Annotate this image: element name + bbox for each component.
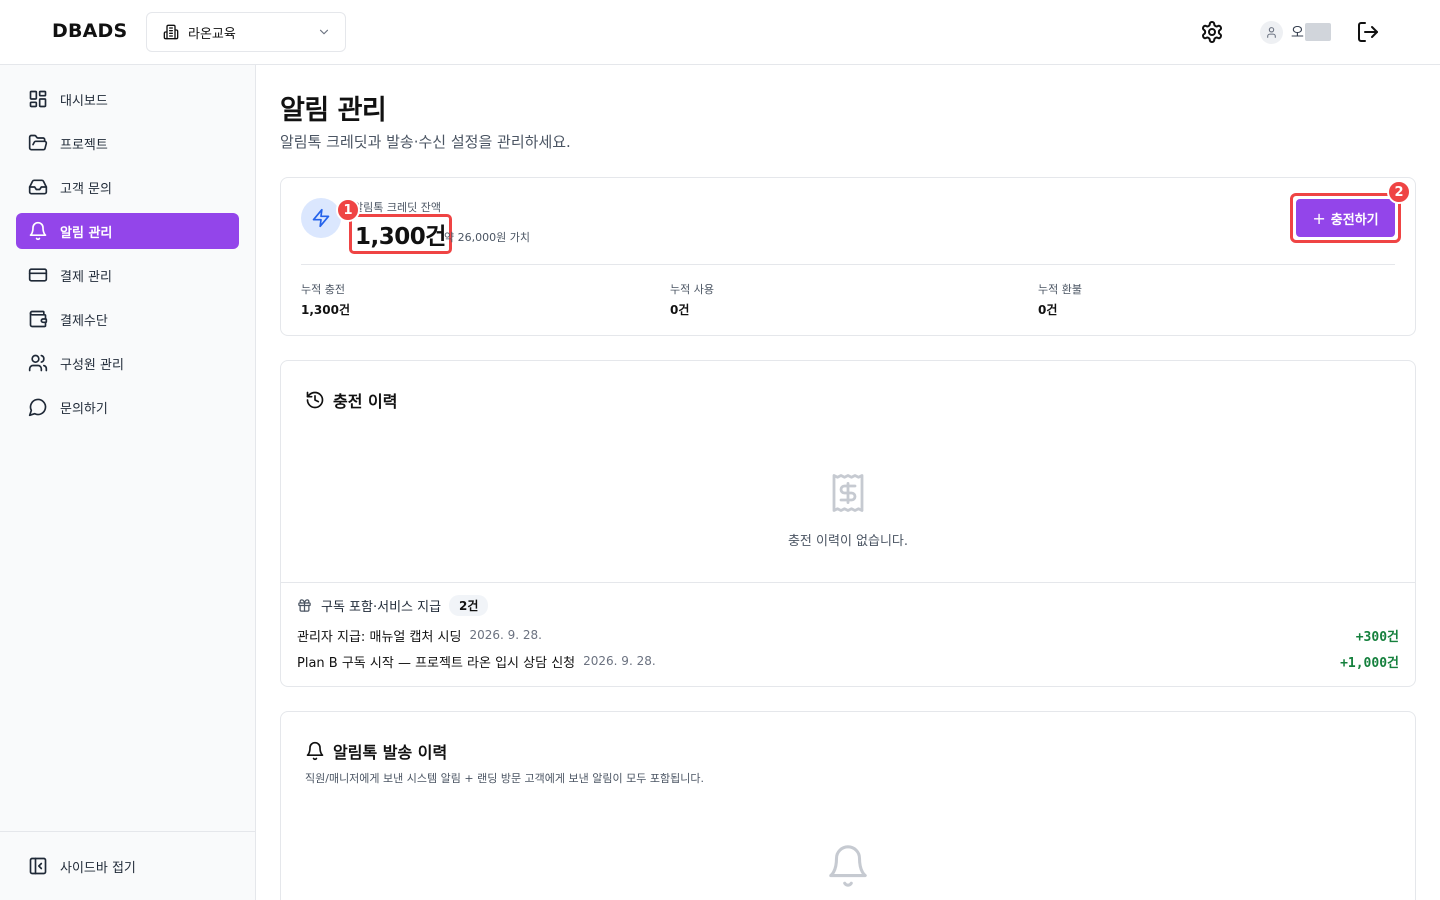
avatar	[1260, 20, 1283, 44]
grant-description: 관리자 지급: 매뉴얼 캡처 시딩	[297, 629, 462, 645]
logout-icon[interactable]	[1356, 20, 1380, 44]
inbox-icon	[28, 179, 48, 195]
grant-amount: +1,000건	[1340, 655, 1399, 671]
dashboard-grid-icon	[29, 90, 47, 108]
sidebar-item-notifications[interactable]: 알림 관리	[16, 213, 239, 249]
credit-balance-label: 알림톡 크레딧 잔액	[353, 201, 441, 214]
charge-history-card: 충전 이력 충전 이력이 없습니다. 구독 포함·서비스 지급 2건 관리자 지…	[280, 360, 1416, 687]
building-icon	[163, 24, 179, 40]
stat-label: 누적 충전	[301, 283, 345, 296]
gift-icon	[298, 599, 311, 612]
receipt-icon	[832, 474, 864, 512]
credit-balance-card: 알림톡 크레딧 잔액 1,300건 1 약 26,000원 가치 + 충전하기 …	[280, 177, 1416, 336]
page-title: 알림 관리	[280, 95, 387, 126]
lightning-bolt-icon	[312, 208, 330, 228]
annotation-marker-2: 2	[1387, 180, 1411, 204]
charge-button-highlight: + 충전하기	[1290, 193, 1401, 243]
collapse-sidebar-label: 사이드바 접기	[60, 860, 136, 876]
message-circle-icon	[28, 398, 47, 417]
top-header: DBADS 라온교육 오	[0, 0, 1440, 65]
stat-label: 누적 환불	[1038, 283, 1082, 296]
send-history-description: 직원/매니저에게 보낸 시스템 알림 + 랜딩 방문 고객에게 보낸 알림이 모…	[305, 772, 704, 785]
send-history-card: 알림톡 발송 이력 직원/매니저에게 보낸 시스템 알림 + 랜딩 방문 고객에…	[280, 711, 1416, 900]
stat-value: 0건	[670, 303, 690, 317]
sidebar-item-billing[interactable]: 결제 관리	[16, 257, 239, 293]
send-history-header: 알림톡 발송 이력	[305, 739, 447, 763]
sidebar-footer: 사이드바 접기	[0, 831, 255, 900]
sidebar-item-payment-methods[interactable]: 결제수단	[16, 301, 239, 337]
sidebar-item-label: 결제수단	[60, 313, 108, 329]
grant-date: 2026. 9. 28.	[469, 628, 542, 642]
service-grants-count-badge: 2건	[449, 595, 489, 616]
organization-select[interactable]: 라온교육	[146, 12, 346, 52]
sidebar-item-label: 프로젝트	[60, 137, 108, 153]
plus-icon: +	[1312, 208, 1326, 228]
sidebar: 대시보드 프로젝트 고객 문의 알림 관리 결제 관리 결제수단 구성원 관리 …	[0, 65, 256, 900]
sidebar-item-label: 대시보드	[60, 93, 108, 109]
wallet-icon	[29, 310, 48, 328]
bell-icon	[306, 741, 324, 761]
redacted-name	[1304, 23, 1331, 41]
bell-icon	[29, 221, 47, 241]
sidebar-item-dashboard[interactable]: 대시보드	[16, 81, 239, 117]
organization-name: 라온교육	[188, 26, 236, 42]
list-item: 관리자 지급: 매뉴얼 캡처 시딩 2026. 9. 28. +300건	[297, 625, 1399, 645]
sidebar-item-label: 알림 관리	[60, 225, 113, 241]
charge-history-header: 충전 이력	[305, 388, 397, 412]
app-logo[interactable]: DBADS	[52, 20, 127, 42]
charge-button[interactable]: + 충전하기	[1296, 199, 1395, 237]
stat-total-used: 누적 사용 0건	[670, 281, 714, 318]
panel-left-close-icon	[29, 857, 47, 875]
stat-total-charged: 누적 충전 1,300건	[301, 281, 350, 318]
bolt-badge	[301, 198, 341, 238]
charge-history-empty-text: 충전 이력이 없습니다.	[787, 534, 909, 549]
credit-balance-highlight: 1,300건	[349, 214, 452, 254]
send-history-title: 알림톡 발송 이력	[333, 743, 448, 762]
bell-empty-icon	[829, 845, 867, 887]
user-name: 오	[1291, 25, 1304, 41]
charge-button-label: 충전하기	[1330, 212, 1379, 228]
users-icon	[28, 354, 48, 372]
sidebar-item-inquiries[interactable]: 고객 문의	[16, 169, 239, 205]
stat-value: 0건	[1038, 303, 1058, 317]
sidebar-item-label: 고객 문의	[60, 181, 112, 197]
grant-date: 2026. 9. 28.	[583, 654, 656, 668]
sidebar-item-contact[interactable]: 문의하기	[16, 389, 239, 425]
annotation-marker-1: 1	[336, 198, 360, 222]
stat-total-refunded: 누적 환불 0건	[1038, 281, 1082, 318]
user-menu[interactable]: 오	[1260, 20, 1331, 44]
credit-card-icon	[28, 268, 48, 282]
sidebar-item-label: 구성원 관리	[60, 357, 124, 373]
collapse-sidebar-button[interactable]: 사이드바 접기	[28, 856, 136, 876]
service-grants-title: 구독 포함·서비스 지급	[321, 600, 442, 615]
service-grants-section: 구독 포함·서비스 지급 2건 관리자 지급: 매뉴얼 캡처 시딩 2026. …	[281, 582, 1415, 687]
sidebar-item-projects[interactable]: 프로젝트	[16, 125, 239, 161]
sidebar-item-members[interactable]: 구성원 관리	[16, 345, 239, 381]
gear-icon[interactable]	[1200, 20, 1224, 44]
sidebar-item-label: 결제 관리	[60, 269, 112, 285]
stat-value: 1,300건	[301, 303, 350, 317]
grant-amount: +300건	[1355, 629, 1399, 645]
grant-description: Plan B 구독 시작 — 프로젝트 라온 입시 상담 신청	[297, 655, 576, 671]
list-item: Plan B 구독 시작 — 프로젝트 라온 입시 상담 신청 2026. 9.…	[297, 651, 1399, 671]
folder-open-icon	[28, 134, 48, 151]
sidebar-item-label: 문의하기	[60, 401, 108, 417]
stat-label: 누적 사용	[670, 283, 714, 296]
page-subtitle: 알림톡 크레딧과 발송·수신 설정을 관리하세요.	[280, 133, 571, 151]
divider	[301, 264, 1395, 265]
credit-worth-text: 약 26,000원 가치	[444, 231, 530, 244]
service-grants-header: 구독 포함·서비스 지급 2건	[297, 595, 489, 616]
chevron-down-icon	[319, 29, 329, 35]
user-icon	[1267, 26, 1276, 38]
history-icon	[306, 391, 324, 409]
credit-balance-value: 1,300건	[355, 224, 446, 250]
charge-history-title: 충전 이력	[333, 392, 398, 411]
